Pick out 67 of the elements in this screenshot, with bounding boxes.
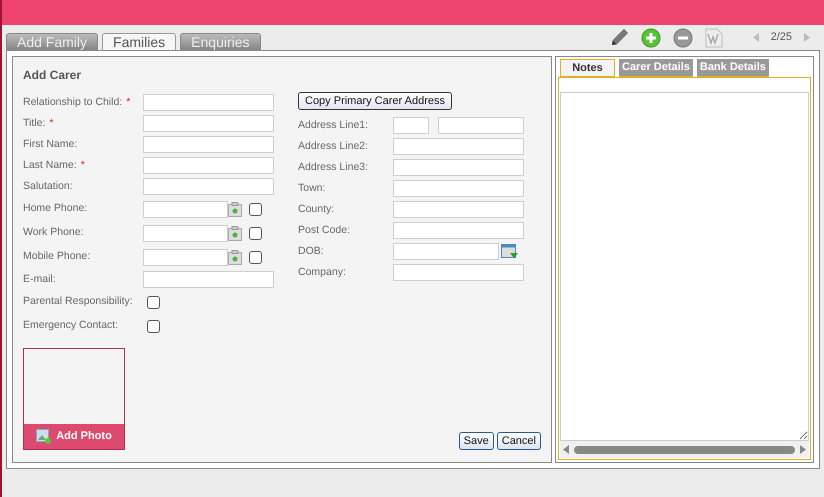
field-label: DOB: (298, 244, 325, 259)
calendar-icon[interactable] (501, 244, 518, 259)
input-field[interactable] (393, 159, 524, 176)
form-button[interactable]: Save (458, 432, 494, 450)
field-label: Post Code: (298, 222, 351, 238)
input-field[interactable] (393, 180, 524, 197)
field-label: Emergency Contact: (23, 318, 118, 334)
input-field[interactable] (393, 117, 429, 134)
field-label: Parental Responsibility: (23, 294, 133, 310)
input-field[interactable] (143, 115, 274, 132)
checkbox[interactable] (249, 226, 262, 240)
field-label: First Name: (23, 136, 78, 152)
input-field[interactable] (393, 201, 524, 218)
input-field[interactable] (143, 94, 274, 111)
document-icon[interactable] (704, 28, 723, 48)
field-label: Address Line1: (298, 118, 370, 133)
input-field[interactable] (143, 157, 274, 174)
field-label: Title: (23, 116, 46, 131)
phone-book-icon[interactable] (228, 250, 242, 264)
required-mark: * (80, 158, 85, 173)
checkbox[interactable] (147, 296, 160, 308)
add-icon[interactable] (640, 28, 661, 48)
field-label: Work Phone: (23, 225, 84, 240)
required-mark: * (126, 94, 130, 110)
input-field[interactable] (143, 248, 228, 266)
required-mark: * (49, 116, 54, 131)
next-icon[interactable] (804, 33, 810, 42)
input-field[interactable] (393, 222, 524, 239)
field-label: Mobile Phone: (23, 249, 90, 264)
form-button[interactable]: Cancel (496, 432, 541, 450)
field-label: Address Line2: (298, 138, 370, 154)
scroll-right-icon[interactable] (800, 445, 806, 454)
field-label: County: (298, 202, 336, 217)
input-field[interactable] (143, 271, 274, 288)
input-field[interactable] (143, 178, 274, 195)
checkbox[interactable] (147, 320, 160, 332)
copy-address-button[interactable]: Copy Primary Carer Address (298, 92, 452, 110)
field-label: Relationship to Child: (23, 94, 122, 110)
form-title: Add Carer (23, 67, 82, 84)
field-label: Company: (298, 264, 347, 280)
input-field[interactable] (143, 136, 274, 153)
field-label: Last Name: (23, 158, 77, 173)
add-photo-button[interactable]: Add Photo (24, 424, 124, 449)
notes-field[interactable] (560, 92, 809, 441)
input-field[interactable] (393, 243, 499, 260)
checkbox[interactable] (249, 202, 262, 216)
field-label: Address Line3: (298, 160, 370, 175)
input-field[interactable] (438, 117, 524, 134)
image-add-icon (36, 429, 52, 444)
input-field[interactable] (393, 264, 524, 281)
horizontal-scrollbar[interactable] (560, 441, 809, 458)
input-field[interactable] (393, 138, 524, 155)
phone-book-icon[interactable] (228, 226, 242, 240)
phone-book-icon[interactable] (228, 202, 242, 216)
field-label: Salutation: (23, 178, 73, 194)
remove-icon[interactable] (672, 28, 693, 48)
field-label: E-mail: (23, 272, 56, 287)
field-label: Town: (298, 180, 326, 196)
checkbox[interactable] (249, 250, 262, 264)
input-field[interactable] (143, 200, 228, 218)
input-field[interactable] (143, 224, 228, 242)
field-label: Home Phone: (23, 201, 88, 216)
tab[interactable]: Families (102, 33, 176, 50)
page-counter: 2/25 (770, 30, 792, 46)
previous-icon[interactable] (752, 33, 759, 42)
scroll-left-icon[interactable] (563, 445, 569, 454)
side-tab[interactable]: Notes (560, 59, 615, 78)
